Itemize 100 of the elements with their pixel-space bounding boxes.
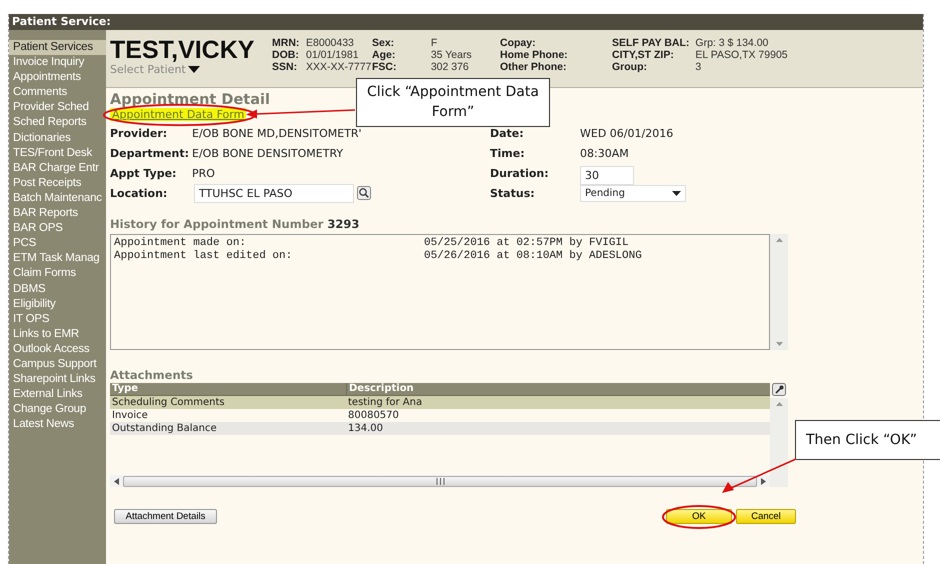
table-cell-text: Invoice <box>111 409 149 422</box>
field-value: 08:30AM <box>580 146 629 160</box>
table-row[interactable]: Invoice 80080570 <box>110 409 770 422</box>
sidebar-item[interactable]: Change Group <box>9 402 106 418</box>
search-icon[interactable] <box>357 186 371 200</box>
patient-name: TEST,VICKY <box>110 37 256 63</box>
info-label: Sex: <box>372 37 396 49</box>
info-value: F <box>430 37 438 49</box>
cancel-button[interactable]: Cancel <box>736 509 796 524</box>
info-label: DOB: <box>272 49 300 61</box>
field-label: Time: <box>490 146 526 160</box>
vertical-scrollbar[interactable] <box>770 234 788 350</box>
history-textarea[interactable]: Appointment made on: 05/25/2016 at 02:57PM by FVIGIL Appointment last edited on: 05/26/2016 at 08:10AM by ADESLONG <box>110 234 770 350</box>
status-dropdown[interactable]: Pending <box>580 184 686 202</box>
sidebar-item[interactable]: Latest News <box>9 417 106 432</box>
field-value: E/OB BONE MD,DENSITOMETR' <box>192 126 362 140</box>
field-label: Date: <box>490 126 525 140</box>
sidebar-item[interactable]: BAR OPS <box>9 221 106 236</box>
table-row[interactable]: Scheduling Comments testing for Ana <box>110 396 770 409</box>
field-label: Appt Type: <box>110 166 178 180</box>
info-label: Copay: <box>500 37 537 49</box>
table-cell-text: 134.00 <box>347 422 383 435</box>
sidebar-item[interactable]: External Links <box>9 387 106 402</box>
sidebar-item[interactable]: DBMS <box>9 282 106 297</box>
location-field[interactable]: TTUHSC EL PASO <box>194 184 354 202</box>
table-row[interactable]: Outstanding Balance 134.00 <box>110 422 770 435</box>
caret-icon <box>188 66 200 73</box>
sidebar-item[interactable]: Sharepoint Links <box>9 372 106 388</box>
duration-field[interactable]: 30 <box>580 166 634 184</box>
info-label: Home Phone: <box>500 49 569 61</box>
sidebar-item[interactable]: Post Receipts <box>9 176 106 191</box>
history-time: 05/26/2016 at 08:10AM by ADESLONG <box>424 250 642 263</box>
sidebar-item[interactable]: Batch Maintenanc <box>9 190 106 206</box>
select-patient-dropdown[interactable]: Select Patient <box>110 63 272 76</box>
info-label: CITY,ST ZIP: <box>612 49 675 61</box>
callout-box: Then Click “OK” <box>795 420 940 460</box>
field-label: Provider: <box>110 126 168 140</box>
sidebar-item[interactable]: Links to EMR <box>9 326 106 342</box>
info-label: FSC: <box>372 61 398 73</box>
scroll-down-icon[interactable] <box>776 342 782 346</box>
attachment-details-button[interactable]: Attachment Details <box>114 509 217 524</box>
appointment-data-form-link[interactable]: Appointment Data Form <box>110 108 246 121</box>
sidebar-item[interactable]: Sched Reports <box>9 115 106 131</box>
info-value: EL PASO,TX 79905 <box>695 49 788 61</box>
info-value: 3 <box>695 61 702 73</box>
sidebar-item[interactable]: Claim Forms <box>9 266 106 282</box>
column-header[interactable]: Type <box>110 383 347 395</box>
ok-button[interactable]: OK <box>666 509 732 524</box>
caret-icon <box>672 190 681 196</box>
wrench-icon[interactable] <box>772 383 786 396</box>
info-label: SELF PAY BAL: <box>612 37 690 49</box>
field-label: Duration: <box>490 166 550 180</box>
sidebar-item[interactable]: Invoice Inquiry <box>9 55 106 70</box>
info-label: Age: <box>372 49 396 61</box>
info-label: MRN: <box>272 37 300 49</box>
sidebar-item[interactable]: IT OPS <box>9 312 106 327</box>
sidebar-item[interactable]: Comments <box>9 85 106 100</box>
scroll-up-icon[interactable] <box>776 238 782 242</box>
sidebar-item[interactable]: BAR Charge Entr <box>9 160 106 176</box>
window-title: Patient Service: <box>9 14 923 30</box>
info-label: Other Phone: <box>500 61 568 73</box>
sidebar-item[interactable]: Campus Support <box>9 356 106 372</box>
sidebar-item[interactable]: Appointments <box>9 70 106 86</box>
sidebar-item[interactable]: PCS <box>9 236 106 252</box>
info-value: XXX-XX-7777 <box>306 61 372 73</box>
field-value: WED 06/01/2016 <box>580 126 674 140</box>
scroll-left-icon[interactable] <box>114 478 119 484</box>
attachments-title: Attachments <box>110 368 194 382</box>
table-cell-text: Scheduling Comments <box>111 396 226 409</box>
info-label: SSN: <box>272 61 298 73</box>
history-time: 05/25/2016 at 02:57PM by FVIGIL <box>424 237 629 250</box>
info-value: E8000433 <box>306 37 355 49</box>
sidebar-item[interactable]: ETM Task Manag <box>9 251 106 266</box>
table-cell-text: 80080570 <box>347 409 399 422</box>
info-value: 01/01/1981 <box>306 49 360 61</box>
sidebar-item[interactable]: BAR Reports <box>9 206 106 222</box>
field-value: PRO <box>192 166 215 180</box>
info-label: Group: <box>612 61 648 73</box>
vertical-scrollbar[interactable] <box>770 398 788 487</box>
scroll-right-icon[interactable] <box>761 478 766 484</box>
horizontal-scrollbar[interactable] <box>110 475 770 487</box>
column-header[interactable]: Description <box>347 383 414 395</box>
sidebar-item[interactable]: TES/Front Desk <box>9 146 106 161</box>
field-label: Status: <box>490 186 536 200</box>
info-value: 35 Years <box>430 49 473 61</box>
info-value: Grp: 3 $ 134.00 <box>695 37 770 49</box>
field-label: Department: <box>110 146 190 160</box>
sidebar-item[interactable]: Patient Services <box>9 40 106 56</box>
sidebar-item[interactable]: Eligibility <box>9 296 106 312</box>
field-label: Location: <box>110 186 168 200</box>
grip-icon <box>436 478 444 484</box>
history-event: Appointment last edited on: <box>114 250 294 263</box>
table-cell-text: Outstanding Balance <box>111 422 218 435</box>
table-cell-text: testing for Ana <box>347 396 422 409</box>
history-title: History for Appointment Number 3293 <box>110 217 360 231</box>
sidebar-item[interactable]: Provider Sched <box>9 100 106 116</box>
sidebar-item[interactable]: Outlook Access <box>9 342 106 357</box>
history-event: Appointment made on: <box>114 237 248 250</box>
scroll-up-icon[interactable] <box>776 402 782 406</box>
sidebar-item[interactable]: Dictionaries <box>9 130 106 146</box>
